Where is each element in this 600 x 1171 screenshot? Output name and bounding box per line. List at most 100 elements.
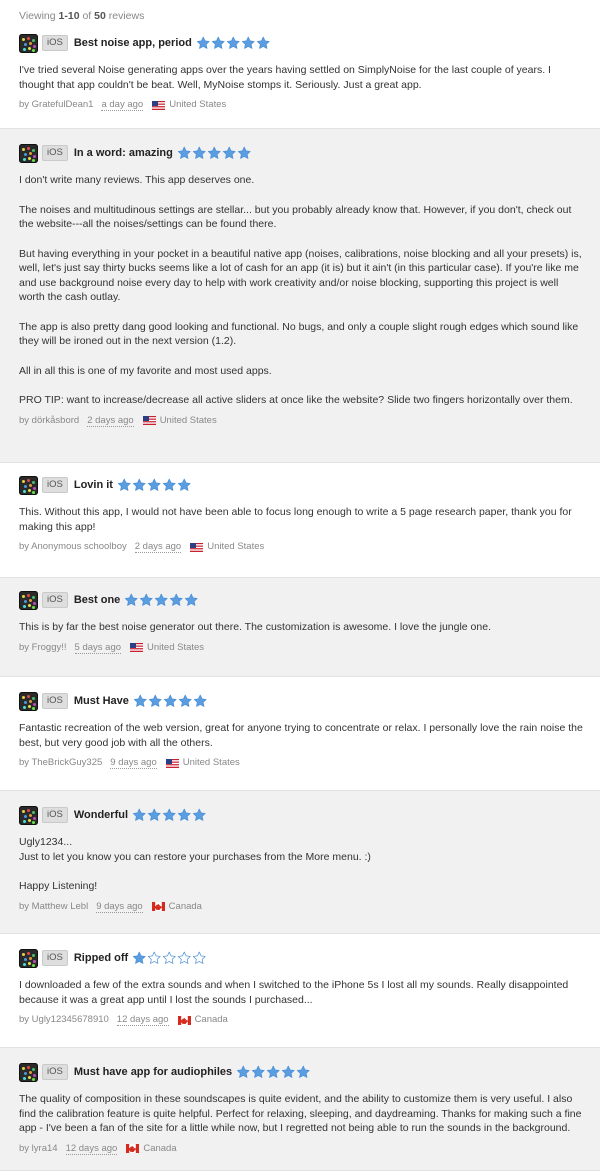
star-filled-icon [207, 146, 221, 159]
star-filled-icon [177, 478, 191, 491]
review-meta: by TheBrickGuy325 9 days ago United States [19, 756, 586, 771]
review-meta: by Froggy!! 5 days ago United States [19, 641, 586, 656]
review-author: by Anonymous schoolboy [19, 541, 127, 552]
platform-badge: iOS [42, 35, 68, 51]
review-title: Must have app for audiophiles [73, 1065, 233, 1078]
review-paragraph: All in all this is one of my favorite an… [19, 364, 272, 377]
star-filled-icon [170, 593, 183, 606]
star-filled-icon [222, 146, 236, 159]
app-icon [19, 143, 38, 163]
review-body: Fantastic recreation of the web version,… [19, 721, 586, 750]
star-rating [196, 36, 271, 50]
review-title: In a word: amazing [73, 146, 173, 159]
review-country: United States [207, 541, 265, 552]
review-paragraph: PRO TIP: want to increase/decrease all a… [19, 394, 573, 406]
review-author: by lyra14 [19, 1142, 58, 1154]
review-meta: by Anonymous schoolboy 2 days ago United S… [19, 540, 586, 555]
review-date[interactable]: 5 days ago [74, 642, 122, 654]
review-item: iOS Lovin it This. Without this app, I wou… [0, 463, 600, 577]
star-filled-icon [256, 36, 270, 49]
star-rating [236, 1065, 311, 1079]
star-filled-icon [185, 593, 198, 606]
review-country: United States [159, 414, 217, 426]
review-header: iOS Wonderful [19, 805, 586, 825]
review-country: United States [147, 641, 205, 653]
app-icon [19, 475, 38, 495]
review-date[interactable]: 9 days ago [96, 901, 143, 913]
star-filled-icon [192, 808, 206, 821]
platform-badge: iOS [42, 807, 68, 823]
review-meta: by Matthew Lebl 9 days ago Canada [19, 900, 586, 915]
star-filled-icon [252, 1065, 265, 1078]
star-filled-icon [147, 808, 161, 821]
viewing-total: 50 [94, 10, 106, 22]
star-empty-icon [193, 951, 206, 964]
us-flag-icon [152, 100, 166, 110]
review-item: iOS Must Have Fantastic recreation of the … [0, 677, 600, 790]
review-body: I don't write many reviews. This app des… [19, 173, 586, 408]
star-rating [132, 808, 207, 822]
star-filled-icon [162, 478, 176, 491]
review-paragraph: This is by far the best noise generator … [19, 621, 491, 633]
review-date[interactable]: 12 days ago [116, 1014, 169, 1027]
review-date[interactable]: 12 days ago [65, 1143, 118, 1155]
star-filled-icon [133, 694, 147, 707]
viewing-range: 1-10 [58, 10, 80, 22]
review-country: Canada [143, 1142, 177, 1154]
us-flag-icon [190, 542, 204, 552]
app-icon [19, 691, 38, 711]
platform-badge: iOS [42, 592, 68, 608]
star-filled-icon [226, 36, 240, 49]
review-item: iOS Best noise app, period I've tried seve… [0, 33, 600, 128]
app-icon [19, 1062, 38, 1082]
review-author: by dörkåsbord [19, 414, 80, 426]
app-icon [19, 805, 38, 825]
us-flag-icon [142, 416, 156, 426]
us-flag-icon [130, 643, 144, 653]
review-header: iOS In a word: amazing [19, 143, 586, 163]
star-rating [117, 478, 192, 492]
review-paragraph: I don't write many reviews. This app des… [19, 174, 255, 186]
star-filled-icon [147, 478, 161, 491]
star-filled-icon [192, 146, 206, 159]
viewing-suffix: reviews [108, 10, 145, 22]
platform-badge: iOS [42, 145, 68, 161]
review-paragraph: I downloaded a few of the extra sounds a… [19, 979, 569, 1006]
review-paragraph: Fantastic recreation of the web version,… [19, 722, 583, 749]
review-header: iOS Best noise app, period [19, 33, 586, 53]
star-empty-icon [178, 951, 191, 964]
review-header: iOS Must have app for audiophiles [19, 1062, 586, 1082]
star-filled-icon [162, 808, 176, 821]
review-body: This. Without this app, I would not have… [19, 505, 586, 534]
review-header: iOS Must Have [19, 691, 586, 711]
star-rating [133, 694, 208, 708]
platform-badge: iOS [42, 693, 68, 709]
review-date[interactable]: 2 days ago [87, 415, 134, 427]
canada-flag-icon [151, 902, 165, 912]
star-rating [177, 146, 252, 160]
star-filled-icon [140, 593, 153, 606]
review-body: This is by far the best noise generator … [19, 620, 586, 635]
review-paragraph: I've tried several Noise generating apps… [19, 64, 551, 91]
review-date[interactable]: 9 days ago [110, 757, 157, 770]
review-title: Must Have [73, 694, 129, 707]
review-meta: by lyra14 12 days ago Canada [19, 1142, 586, 1157]
review-country: United States [182, 757, 240, 768]
review-paragraph: The noises and multitudinous settings ar… [19, 203, 572, 231]
review-item: iOS Must have app for audiophiles The qual… [0, 1048, 600, 1170]
star-filled-icon [177, 808, 191, 821]
review-country: Canada [194, 1014, 228, 1025]
review-header: iOS Lovin it [19, 475, 586, 495]
us-flag-icon [165, 758, 179, 768]
review-author: by GratefulDean1 [19, 99, 94, 110]
star-filled-icon [155, 593, 168, 606]
review-header: iOS Ripped off [19, 948, 586, 968]
review-author: by Froggy!! [19, 641, 67, 653]
review-date[interactable]: a day ago [101, 99, 144, 112]
review-paragraph: Ugly1234... Just to let you know you can… [19, 836, 371, 863]
star-rating [132, 951, 207, 965]
review-date[interactable]: 2 days ago [134, 541, 182, 554]
star-empty-icon [163, 951, 176, 964]
star-rating [124, 593, 199, 607]
review-meta: by Ugly12345678910 12 days ago Canada [19, 1013, 586, 1028]
